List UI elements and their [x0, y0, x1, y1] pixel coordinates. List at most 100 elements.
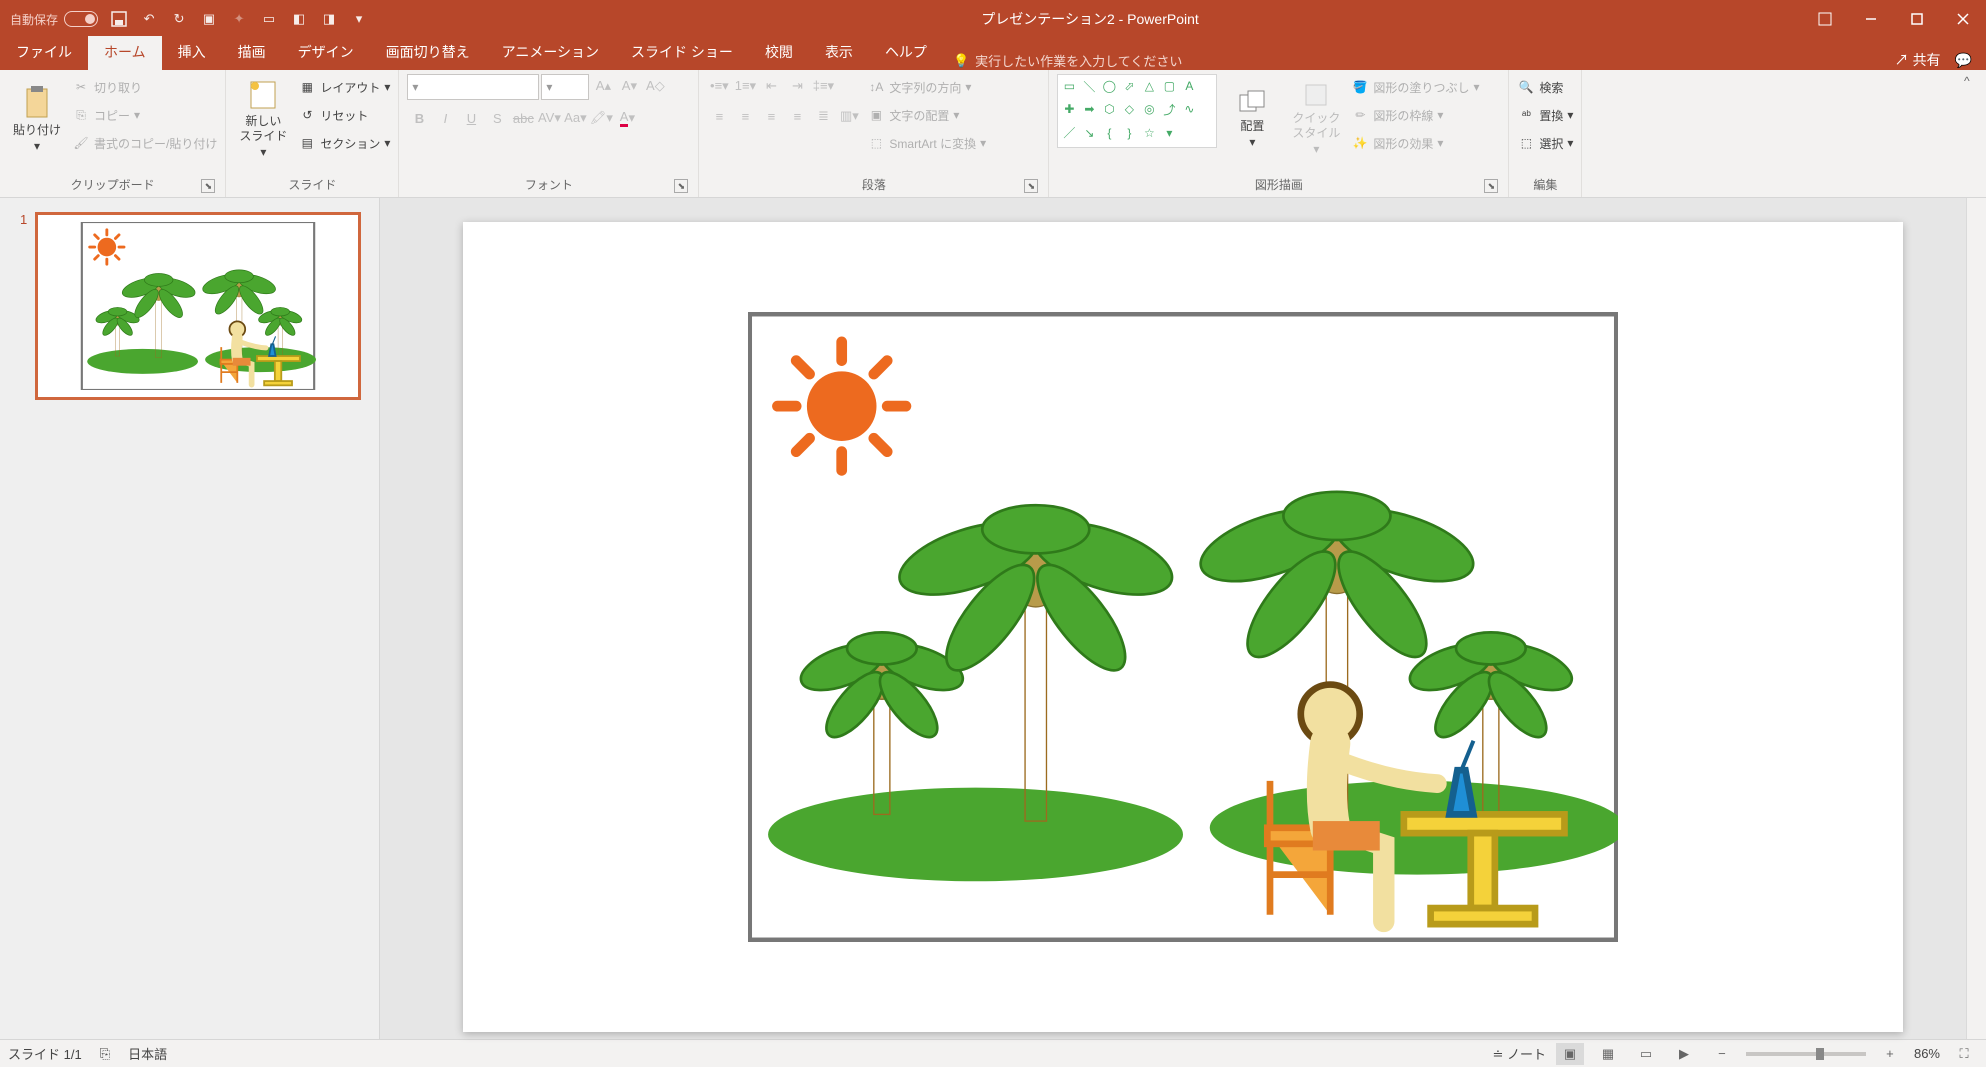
shape-conn-icon[interactable]: ⤴ [1160, 100, 1178, 118]
font-size-combo[interactable]: ▾ [541, 74, 589, 100]
shape-arrow-icon[interactable]: ⬀ [1120, 77, 1138, 95]
thumbnail-pane[interactable]: 1 [0, 198, 380, 1039]
align-right-button[interactable]: ≡ [759, 104, 783, 128]
shape-more-icon[interactable]: ▾ [1160, 124, 1178, 142]
shape-brace-icon[interactable]: { [1100, 124, 1118, 142]
ribbon-display-icon[interactable] [1802, 0, 1848, 38]
comments-icon[interactable]: 💬 [1955, 52, 1972, 69]
font-color-button[interactable]: A▾ [615, 106, 639, 130]
copy-button[interactable]: ⎘コピー ▾ [72, 102, 217, 128]
qat-icon-1[interactable]: ✦ [230, 10, 248, 28]
shape-rrect-icon[interactable]: ▢ [1160, 77, 1178, 95]
font-family-combo[interactable]: ▾ [407, 74, 539, 100]
clipboard-dialog-launcher[interactable]: ⬊ [201, 179, 215, 193]
fit-window-icon[interactable]: ⛶ [1950, 1043, 1978, 1065]
tab-home[interactable]: ホーム [88, 36, 162, 70]
replace-button[interactable]: ᵃᵇ置換 ▾ [1517, 102, 1573, 128]
tab-file[interactable]: ファイル [0, 36, 88, 70]
minimize-icon[interactable] [1848, 0, 1894, 38]
present-icon[interactable]: ▣ [200, 10, 218, 28]
close-icon[interactable] [1940, 0, 1986, 38]
bold-button[interactable]: B [407, 106, 431, 130]
shadow-button[interactable]: S [485, 106, 509, 130]
zoom-slider[interactable] [1746, 1052, 1866, 1056]
arrange-button[interactable]: 配置▾ [1223, 74, 1281, 164]
shape-oval-icon[interactable]: ◯ [1100, 77, 1118, 95]
sorter-view-icon[interactable]: ▦ [1594, 1043, 1622, 1065]
language-indicator[interactable]: 日本語 [128, 1044, 167, 1063]
beach-scene-image[interactable] [748, 312, 1618, 942]
slideshow-view-icon[interactable]: ▶ [1670, 1043, 1698, 1065]
indent-inc-button[interactable]: ⇥ [785, 74, 809, 98]
spellcheck-icon[interactable]: ⎘ [100, 1046, 110, 1062]
underline-button[interactable]: U [459, 106, 483, 130]
paste-button[interactable]: 貼り付け ▾ [8, 74, 66, 164]
notes-button[interactable]: ≐ ノート [1492, 1044, 1546, 1063]
decrease-font-button[interactable]: A▾ [617, 74, 641, 98]
tab-transitions[interactable]: 画面切り替え [370, 36, 486, 70]
slide-thumbnail-1[interactable] [35, 212, 361, 400]
new-slide-button[interactable]: 新しい スライド▾ [234, 74, 292, 164]
shape-callout-icon[interactable]: ◎ [1140, 100, 1158, 118]
italic-button[interactable]: I [433, 106, 457, 130]
shape-arrowr-icon[interactable]: ➡ [1080, 100, 1098, 118]
align-center-button[interactable]: ≡ [733, 104, 757, 128]
tab-animations[interactable]: アニメーション [486, 36, 615, 70]
shape-rect-icon[interactable]: ▭ [1060, 77, 1078, 95]
paragraph-dialog-launcher[interactable]: ⬊ [1024, 179, 1038, 193]
text-direction-button[interactable]: ↕A文字列の方向 ▾ [867, 74, 986, 100]
share-button[interactable]: ↗ 共有 [1895, 50, 1941, 70]
distribute-button[interactable]: ≣ [811, 104, 835, 128]
vertical-scrollbar[interactable] [1966, 198, 1986, 1039]
zoom-percent[interactable]: 86% [1914, 1046, 1940, 1061]
section-button[interactable]: ▤セクション ▾ [298, 130, 390, 156]
drawing-dialog-launcher[interactable]: ⬊ [1484, 179, 1498, 193]
align-left-button[interactable]: ≡ [707, 104, 731, 128]
tab-view[interactable]: 表示 [809, 36, 869, 70]
bullets-button[interactable]: •≡▾ [707, 74, 731, 98]
maximize-icon[interactable] [1894, 0, 1940, 38]
clear-format-button[interactable]: A◇ [643, 74, 667, 98]
format-painter-button[interactable]: 🖌書式のコピー/貼り付け [72, 130, 217, 156]
reset-button[interactable]: ↺リセット [298, 102, 390, 128]
tab-design[interactable]: デザイン [282, 36, 370, 70]
columns-button[interactable]: ▥▾ [837, 104, 861, 128]
slide-canvas[interactable] [463, 222, 1903, 1032]
shape-hex-icon[interactable]: ⬡ [1100, 100, 1118, 118]
spacing-button[interactable]: AV▾ [537, 106, 561, 130]
reading-view-icon[interactable]: ▭ [1632, 1043, 1660, 1065]
shape-plus-icon[interactable]: ✚ [1060, 100, 1078, 118]
zoom-in-button[interactable]: + [1876, 1043, 1904, 1065]
shape-brace2-icon[interactable]: } [1120, 124, 1138, 142]
shape-tri-icon[interactable]: △ [1140, 77, 1158, 95]
touch-mode-icon[interactable]: ▭ [260, 10, 278, 28]
tell-me-search[interactable]: 💡 実行したい作業を入力してください [943, 51, 1881, 70]
shape-effects-button[interactable]: ✨図形の効果 ▾ [1351, 130, 1479, 156]
tab-help[interactable]: ヘルプ [869, 36, 943, 70]
slide-canvas-pane[interactable] [380, 198, 1986, 1039]
tab-review[interactable]: 校閲 [749, 36, 809, 70]
shape-line2-icon[interactable]: ／ [1060, 124, 1078, 142]
strike-button[interactable]: abc [511, 106, 535, 130]
align-text-button[interactable]: ▣文字の配置 ▾ [867, 102, 986, 128]
shape-line-icon[interactable]: ＼ [1080, 77, 1098, 95]
case-button[interactable]: Aa▾ [563, 106, 587, 130]
shape-dia-icon[interactable]: ◇ [1120, 100, 1138, 118]
undo-icon[interactable]: ↶ [140, 10, 158, 28]
qat-icon-2[interactable]: ◧ [290, 10, 308, 28]
highlight-button[interactable]: 🖍▾ [589, 106, 613, 130]
shape-star-icon[interactable]: ☆ [1140, 124, 1158, 142]
quick-styles-button[interactable]: クイック スタイル▾ [1287, 74, 1345, 164]
select-button[interactable]: ⬚選択 ▾ [1517, 130, 1573, 156]
tab-slideshow[interactable]: スライド ショー [615, 36, 749, 70]
shape-text-icon[interactable]: A [1180, 77, 1198, 95]
tab-draw[interactable]: 描画 [222, 36, 282, 70]
shapes-gallery[interactable]: ▭ ＼ ◯ ⬀ △ ▢ A ✚ ➡ ⬡ ◇ ◎ ⤴ ∿ ／ ↘ { } ☆ ▾ [1057, 74, 1217, 148]
qat-more-icon[interactable]: ▾ [350, 10, 368, 28]
redo-icon[interactable]: ↻ [170, 10, 188, 28]
font-dialog-launcher[interactable]: ⬊ [674, 179, 688, 193]
qat-icon-3[interactable]: ◨ [320, 10, 338, 28]
increase-font-button[interactable]: A▴ [591, 74, 615, 98]
numbering-button[interactable]: 1≡▾ [733, 74, 757, 98]
line-spacing-button[interactable]: ‡≡▾ [811, 74, 835, 98]
